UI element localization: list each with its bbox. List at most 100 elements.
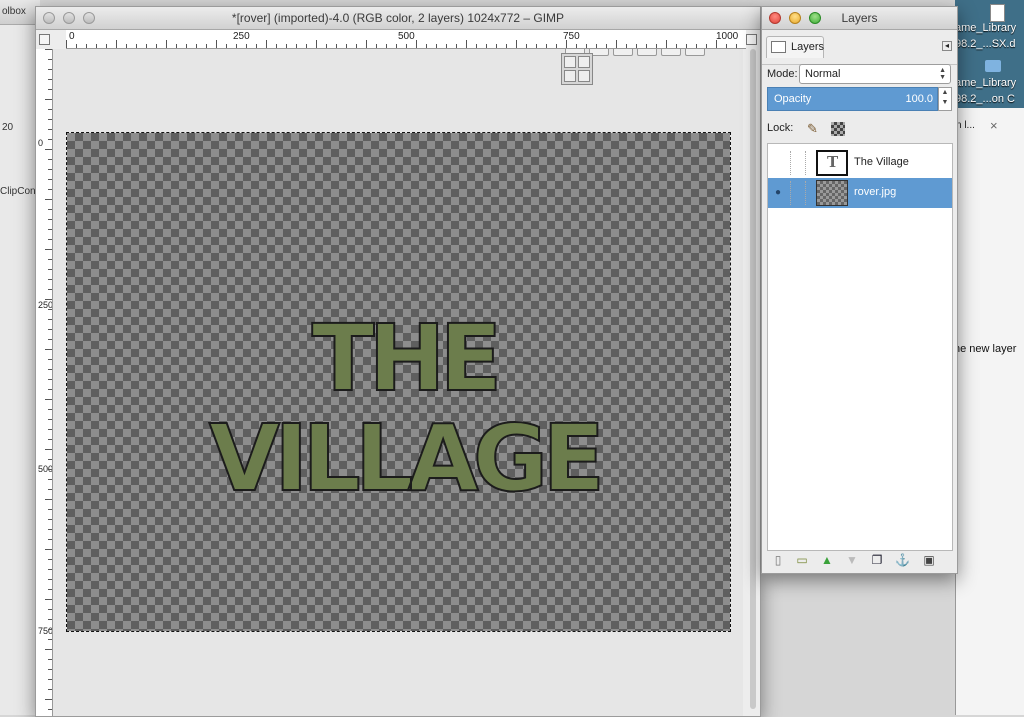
ruler-tick: [48, 439, 52, 440]
zoom-fit-button[interactable]: [746, 34, 757, 45]
ruler-tick: [126, 44, 127, 48]
ruler-tick: [45, 249, 52, 250]
ruler-tick: [266, 40, 267, 48]
layers-dock-title: Layers: [841, 11, 878, 25]
browser-tab-label[interactable]: n l...: [956, 120, 975, 131]
zoom-button[interactable]: [809, 12, 821, 24]
duplicate-layer-icon[interactable]: ❐: [870, 553, 884, 567]
minimize-button[interactable]: [63, 12, 75, 24]
ruler-tick: [45, 649, 52, 650]
zoom-button[interactable]: [83, 12, 95, 24]
canvas-area[interactable]: THE VILLAGE: [53, 49, 743, 716]
ruler-tick: [116, 40, 117, 48]
close-button[interactable]: [769, 12, 781, 24]
ruler-tick: [45, 449, 52, 450]
vertical-ruler[interactable]: 0 250 500 750: [36, 49, 53, 716]
ruler-tick: [48, 409, 52, 410]
ruler-tick: [356, 44, 357, 48]
desktop-file-name[interactable]: ame_Library: [955, 77, 1016, 89]
image-window: *[rover] (imported)-4.0 (RGB color, 2 la…: [35, 6, 761, 717]
desktop-file-name[interactable]: ame_Library: [955, 22, 1016, 34]
opacity-spin-buttons[interactable]: ▲ ▼: [938, 87, 952, 111]
lock-alpha-icon[interactable]: [831, 122, 845, 136]
ruler-tick: [48, 279, 52, 280]
ruler-tick: [48, 139, 52, 140]
desktop-file-sub[interactable]: 98.2_...SX.d: [955, 38, 1016, 50]
tab-layers[interactable]: Layers: [766, 36, 824, 58]
visibility-toggle[interactable]: [771, 156, 785, 170]
ruler-tick: [48, 389, 52, 390]
mode-select[interactable]: Normal ▲ ▼: [799, 64, 951, 84]
ruler-tick: [206, 44, 207, 48]
new-layer-icon[interactable]: ▯: [771, 553, 785, 567]
canvas-toolbar-button[interactable]: [637, 49, 657, 56]
close-button[interactable]: [43, 12, 55, 24]
ruler-tick: [496, 44, 497, 48]
ruler-tick: [456, 44, 457, 48]
ruler-tick: [676, 44, 677, 48]
canvas-toolbar-button[interactable]: [661, 49, 681, 56]
mode-label: Mode:: [767, 68, 798, 80]
horizontal-ruler[interactable]: 0 250 500 750 1000: [66, 30, 746, 49]
ruler-tick: [636, 44, 637, 48]
opacity-slider[interactable]: Opacity 100.0: [767, 87, 938, 111]
ruler-tick: [48, 469, 52, 470]
minimize-button[interactable]: [789, 12, 801, 24]
new-layer-group-icon[interactable]: ▭: [795, 553, 809, 567]
ruler-tick: [236, 44, 237, 48]
ruler-tick: [48, 609, 52, 610]
layer-row[interactable]: ● rover.jpg: [768, 178, 952, 208]
ruler-tick: [48, 369, 52, 370]
layer-list[interactable]: T The Village ● rover.jpg: [767, 143, 953, 551]
ruler-tick: [156, 44, 157, 48]
scrollbar-thumb[interactable]: [750, 49, 756, 709]
ruler-tick: [48, 629, 52, 630]
image-window-titlebar[interactable]: *[rover] (imported)-4.0 (RGB color, 2 la…: [36, 7, 760, 30]
layers-dock-titlebar[interactable]: Layers: [762, 7, 957, 30]
ruler-tick: [48, 679, 52, 680]
anchor-layer-icon[interactable]: ⚓: [895, 553, 910, 567]
lock-pixels-brush-icon[interactable]: ✎: [807, 121, 818, 137]
delete-layer-icon[interactable]: ▣: [922, 553, 936, 567]
background-app-title: olbox: [2, 6, 26, 17]
tab-layers-label: Layers: [791, 41, 825, 53]
image-layer-thumbnail: [816, 180, 848, 206]
vertical-scrollbar[interactable]: [748, 49, 758, 712]
desktop-file-sub[interactable]: 98.2_...on C: [955, 93, 1015, 105]
ruler-tick: [296, 44, 297, 48]
ruler-label: 0: [69, 31, 75, 42]
ruler-tick: [306, 44, 307, 48]
ruler-tick: [48, 459, 52, 460]
ruler-tick: [106, 44, 107, 48]
ruler-tick: [45, 699, 52, 700]
chain-toggle[interactable]: [790, 151, 806, 175]
lock-row: Lock: ✎: [767, 119, 953, 139]
background-app-label: ClipCon: [0, 186, 36, 197]
canvas-toolbar-button[interactable]: [685, 49, 705, 56]
ruler-tick: [526, 44, 527, 48]
layer-row[interactable]: T The Village: [768, 148, 952, 178]
quick-mask-menu-button[interactable]: [39, 34, 50, 45]
chain-toggle[interactable]: [790, 181, 806, 205]
ruler-tick: [716, 40, 717, 48]
dock-menu-button[interactable]: ◂: [942, 41, 952, 51]
ruler-tick: [48, 289, 52, 290]
image-canvas[interactable]: THE VILLAGE: [66, 132, 731, 632]
ruler-tick: [48, 329, 52, 330]
layer-name[interactable]: The Village: [854, 156, 909, 168]
canvas-toolbar-button[interactable]: [613, 49, 633, 56]
ruler-tick: [45, 499, 52, 500]
ruler-label: 250: [38, 300, 53, 310]
navigate-grid-icon[interactable]: [561, 53, 593, 85]
raise-layer-icon[interactable]: ▲: [820, 553, 834, 567]
ruler-tick: [48, 639, 52, 640]
ruler-tick: [76, 44, 77, 48]
layer-name[interactable]: rover.jpg: [854, 186, 896, 198]
file-icon: [990, 4, 1005, 22]
ruler-tick: [48, 259, 52, 260]
lower-layer-icon[interactable]: ▼: [845, 553, 859, 567]
ruler-tick: [48, 569, 52, 570]
eye-icon[interactable]: ●: [771, 186, 785, 200]
folder-icon: [985, 60, 1001, 72]
browser-tab-close-icon[interactable]: ×: [990, 118, 998, 133]
